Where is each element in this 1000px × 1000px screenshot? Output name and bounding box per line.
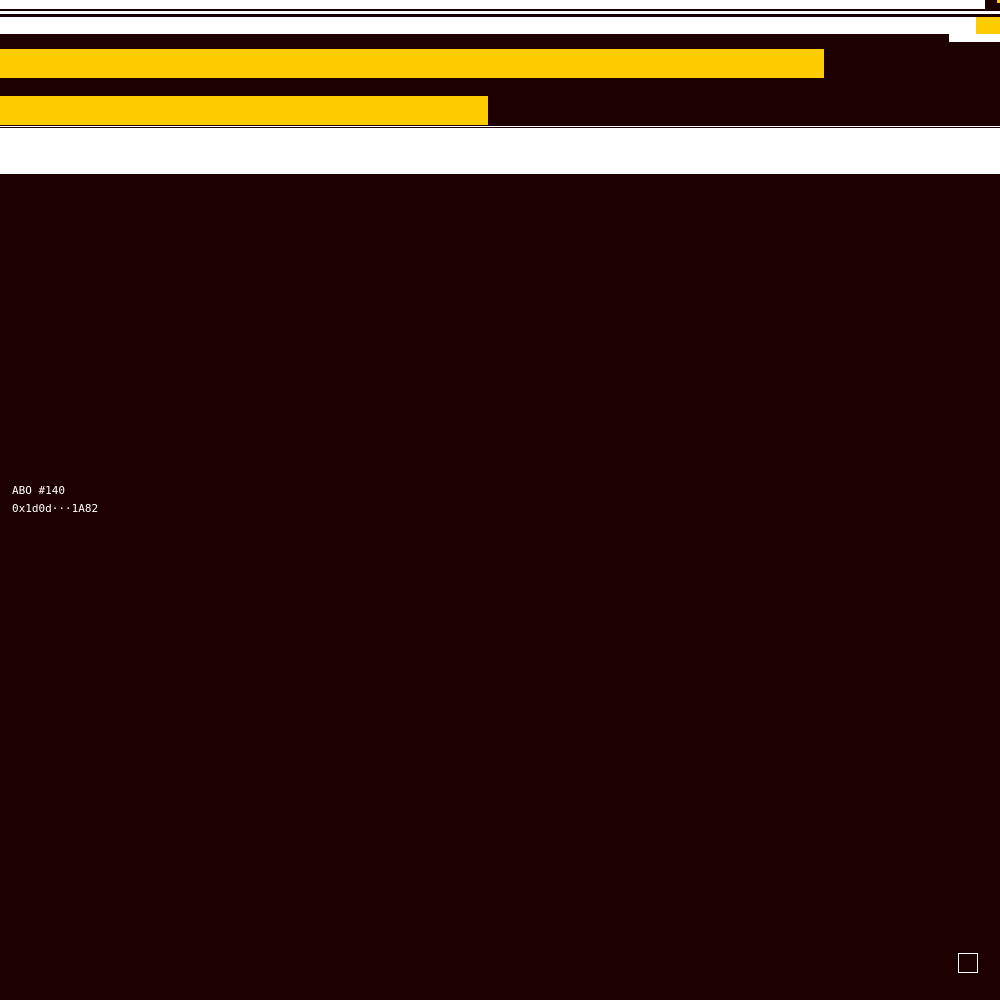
square-outline-icon[interactable] — [958, 953, 978, 973]
token-address: 0x1d0d···1A82 — [12, 502, 99, 515]
hairline-white-stripe — [0, 126, 1000, 127]
wide-white-stripe — [0, 17, 976, 34]
medium-yellow-bar — [0, 96, 488, 125]
top-white-stripe — [0, 0, 985, 9]
thin-white-stripe — [0, 11, 1000, 14]
long-yellow-bar — [0, 49, 824, 78]
small-yellow-block — [976, 17, 1000, 34]
token-title: ABO #140 — [12, 484, 65, 497]
broad-white-band — [0, 128, 1000, 174]
short-white-stripe — [949, 34, 1000, 42]
